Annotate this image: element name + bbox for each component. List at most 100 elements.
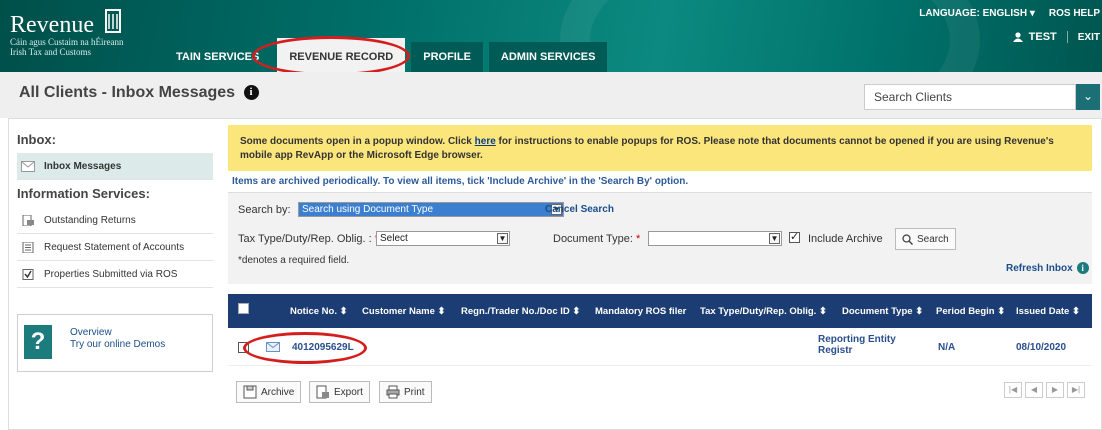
tab-profile[interactable]: PROFILE [411,42,483,72]
column-notice-no[interactable]: Notice No. ⬍ [290,306,348,317]
sidebar-heading-inbox: Inbox: [17,132,56,147]
cancel-search-link[interactable]: Cancel Search [545,204,614,215]
sidebar-item-outstanding-returns[interactable]: Outstanding Returns [17,207,213,234]
tab-admin-services[interactable]: ADMIN SERVICES [488,42,608,72]
sidebar-item-properties-submitted[interactable]: Properties Submitted via ROS [17,261,213,288]
period-begin-cell: N/A [938,342,956,353]
notice-here-link[interactable]: here [475,136,496,147]
export-icon [316,385,329,399]
user-icon [1012,32,1023,42]
sidebar-item-request-statement[interactable]: Request Statement of Accounts [17,234,213,261]
document-type-line2: Registr [818,345,853,356]
annotation-oval-tab [252,36,410,76]
brand-subtitle-english: Irish Tax and Customs [10,47,91,57]
column-customer-name[interactable]: Customer Name ⬍ [362,306,445,317]
search-clients-dropdown[interactable]: Search Clients [864,84,1076,110]
issued-date-cell: 08/10/2020 [1016,342,1067,353]
archive-button[interactable]: Archive [236,381,302,403]
info-icon: i [1076,262,1089,274]
search-button[interactable]: Search [895,228,956,250]
first-page-icon[interactable]: |◀ [1004,382,1022,398]
document-type-line1: Reporting Entity [818,334,896,345]
print-button[interactable]: Print [379,381,432,403]
header-utilities: LANGUAGE: ENGLISH ▾ ROS HELP TEST EXIT [919,8,1102,43]
next-page-icon[interactable]: ▶ [1046,382,1064,398]
demo-try-link[interactable]: Try our online Demos [70,339,165,350]
column-mandatory-ros-filer: Mandatory ROS filer [595,306,687,317]
export-button[interactable]: Export [309,381,370,403]
select-all-checkbox[interactable] [238,303,249,314]
include-archive-checkbox[interactable] [789,230,800,243]
export-button-label: Export [334,386,363,398]
harp-icon [105,9,122,33]
exit-link[interactable]: EXIT [1078,32,1100,43]
popup-notice: Some documents open in a popup window. C… [228,125,1092,171]
user-name[interactable]: TEST [1029,31,1057,43]
search-by-label: Search by: [238,204,291,216]
include-archive-label: Include Archive [808,233,883,245]
column-document-type[interactable]: Document Type ⬍ [842,306,923,317]
column-period-begin[interactable]: Period Begin ⬍ [936,306,1005,317]
demo-box[interactable]: ? Overview Try our online Demos [17,314,213,372]
column-issued-date[interactable]: Issued Date ⬍ [1016,306,1080,317]
document-type-label-text: Document Type: [553,233,633,245]
column-regn-trader-no[interactable]: Regn./Trader No./Doc ID ⬍ [461,306,580,317]
checkbox-icon [22,268,34,280]
document-icon [22,214,34,226]
document-type-label: Document Type: * [553,233,640,245]
document-type-select[interactable]: ▼ [648,231,782,246]
top-header: Revenue Cáin agus Custaim na hÉireann Ir… [0,0,1102,72]
sidebar: Inbox: Inbox Messages Information Servic… [17,126,213,288]
search-by-select[interactable]: Search using Document Type ▼ [298,202,564,217]
tax-type-label-text: Tax Type/Duty/Rep. Oblig. : [238,233,372,245]
last-page-icon[interactable]: ▶| [1067,382,1085,398]
tax-type-label: Tax Type/Duty/Rep. Oblig. : * [238,233,379,245]
revenue-logo[interactable]: Revenue Cáin agus Custaim na hÉireann Ir… [10,8,123,57]
demo-overview-link[interactable]: Overview [70,327,112,338]
tax-type-value: Select [380,233,408,244]
chevron-down-icon: ▾ [1029,8,1035,19]
header-divider [1066,31,1068,43]
sidebar-item-label: Request Statement of Accounts [44,241,185,253]
search-icon [902,233,913,245]
sidebar-item-label: Properties Submitted via ROS [44,268,178,280]
header-decoration [560,0,980,72]
page-title: All Clients - Inbox Messages i [19,84,259,102]
chevron-down-icon: ▼ [769,233,780,244]
sidebar-heading-info: Information Services: [17,186,150,201]
notice-text-1: Some documents open in a popup window. C… [240,136,475,147]
sidebar-item-label: Inbox Messages [44,160,122,172]
envelope-icon [21,160,35,172]
info-icon[interactable]: i [243,85,259,100]
archive-button-label: Archive [261,386,295,398]
search-button-label: Search [917,233,949,245]
search-filter-panel: Search by: Search using Document Type ▼ … [228,192,1092,284]
language-label: LANGUAGE: ENGLISH [919,8,1028,19]
search-by-value: Search using Document Type [302,204,434,215]
column-tax-type[interactable]: Tax Type/Duty/Rep. Oblig. ⬍ [700,306,827,317]
page-title-bar: All Clients - Inbox Messages i Search Cl… [0,72,1102,118]
page-title-text: All Clients - Inbox Messages [19,84,236,101]
language-selector[interactable]: LANGUAGE: ENGLISH ▾ [919,8,1035,19]
document-type-cell[interactable]: Reporting Entity Registr [818,334,896,356]
printer-icon [386,385,400,399]
statement-icon [22,241,34,253]
annotation-oval-notice [243,332,367,364]
print-button-label: Print [404,386,425,398]
required-field-note: *denotes a required field. [238,255,350,266]
table-header: Notice No. ⬍ Customer Name ⬍ Regn./Trade… [228,294,1092,328]
brand-subtitle-irish: Cáin agus Custaim na hÉireann [10,37,124,47]
archive-icon [243,385,257,399]
prev-page-icon[interactable]: ◀ [1025,382,1043,398]
refresh-inbox-link[interactable]: Refresh Inbox i [1006,262,1089,274]
question-mark-icon: ? [24,325,52,359]
archive-info-message: Items are archived periodically. To view… [232,176,689,187]
tax-type-select[interactable]: Select ▼ [376,231,510,246]
chevron-down-icon[interactable]: ⌄ [1076,84,1100,110]
ros-help-link[interactable]: ROS HELP [1049,8,1100,19]
refresh-inbox-label: Refresh Inbox [1006,263,1073,274]
required-asterisk: * [632,233,641,245]
sidebar-item-label: Outstanding Returns [44,214,136,226]
brand-name: Revenue [10,12,94,38]
sidebar-item-inbox-messages[interactable]: Inbox Messages [17,153,213,180]
